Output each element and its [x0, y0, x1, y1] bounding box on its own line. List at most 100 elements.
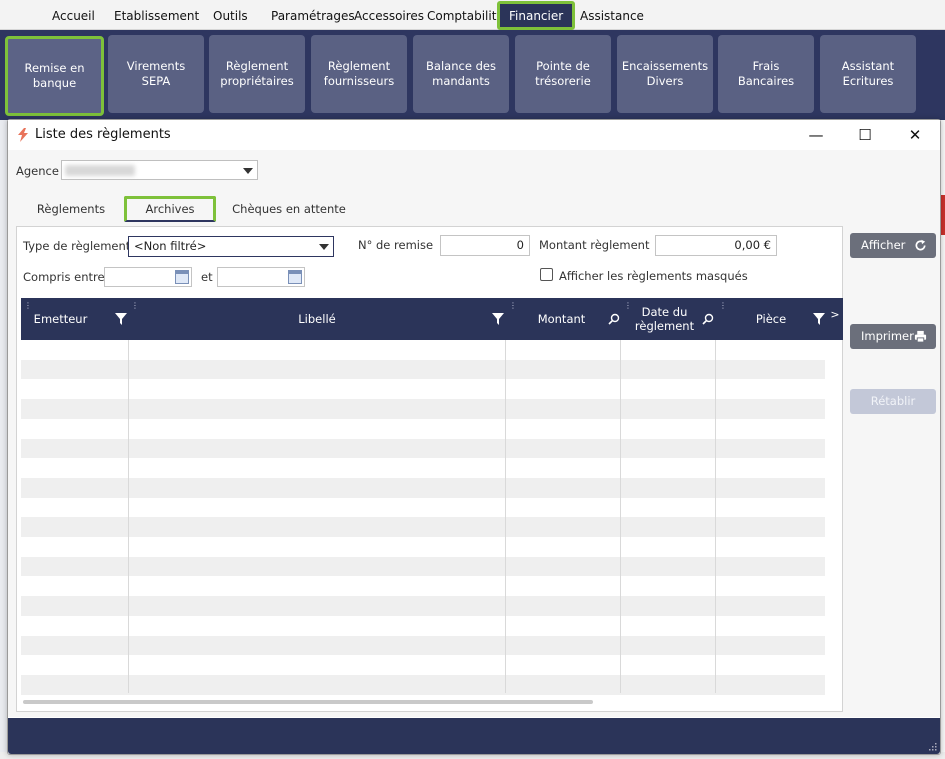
tab-cheques-en-attente[interactable]: Chèques en attente: [230, 196, 348, 222]
refresh-icon: [915, 239, 926, 251]
filter-icon[interactable]: [492, 313, 504, 325]
tab-reglements[interactable]: Règlements: [30, 196, 112, 222]
menu-comptabilite[interactable]: Comptabilité: [427, 0, 504, 30]
col-date-reglement[interactable]: ⋮ Date du règlement: [621, 298, 716, 340]
col-label: Emetteur: [33, 312, 88, 326]
ribbon-label-line2: fournisseurs: [323, 74, 395, 88]
table-row[interactable]: [21, 576, 825, 596]
table-row[interactable]: [21, 537, 825, 557]
ribbon-virements-sepa[interactable]: Virements SEPA: [108, 35, 204, 113]
ribbon-reglement-fournisseurs[interactable]: Règlement fournisseurs: [311, 35, 407, 113]
ribbon-label-line2: propriétaires: [220, 74, 294, 88]
menu-outils[interactable]: Outils: [213, 0, 248, 30]
compris-entre-label: Compris entre: [23, 270, 105, 284]
dialog-title: Liste des règlements: [35, 127, 171, 142]
remise-input[interactable]: 0: [440, 235, 530, 256]
table-row[interactable]: [21, 616, 825, 636]
ribbon-label-line1: Règlement: [327, 59, 391, 73]
column-divider: [620, 340, 621, 693]
masques-label: Afficher les règlements masqués: [559, 269, 748, 283]
column-drag-handle[interactable]: ⋮: [509, 299, 517, 313]
search-icon[interactable]: [702, 313, 714, 325]
menu-etablissement[interactable]: Etablissement: [114, 0, 199, 30]
col-montant[interactable]: ⋮ Montant: [506, 298, 621, 340]
table-row[interactable]: [21, 674, 825, 695]
printer-icon: [914, 330, 927, 343]
dialog-titlebar[interactable]: Liste des règlements — ☐ ✕: [8, 120, 940, 150]
menu-assistance[interactable]: Assistance: [580, 0, 644, 30]
table-row[interactable]: [21, 655, 825, 675]
table-row[interactable]: [21, 438, 825, 459]
retablir-button[interactable]: Rétablir: [850, 389, 936, 414]
resize-grip-icon[interactable]: [929, 743, 937, 751]
maximize-button[interactable]: ☐: [845, 123, 885, 147]
table-row[interactable]: [21, 359, 825, 380]
menu-financier[interactable]: Financier: [497, 1, 576, 30]
search-icon[interactable]: [608, 313, 620, 325]
montant-input[interactable]: 0,00 €: [655, 235, 777, 256]
minimize-button[interactable]: —: [796, 123, 836, 147]
column-drag-handle[interactable]: ⋮: [624, 299, 632, 313]
column-drag-handle[interactable]: ⋮: [24, 299, 32, 313]
type-reglement-value: <Non filtré>: [134, 239, 207, 253]
agence-select[interactable]: [61, 160, 258, 180]
imprimer-button[interactable]: Imprimer: [850, 324, 936, 349]
col-emetteur[interactable]: ⋮ Emetteur: [21, 298, 128, 340]
col-label: Pièce: [755, 312, 787, 326]
col-label-line2: règlement: [634, 319, 695, 333]
date-end-input[interactable]: [217, 267, 305, 287]
table-row[interactable]: [21, 498, 825, 518]
ribbon-remise-en-banque[interactable]: Remise en banque: [5, 36, 104, 116]
col-label: Libellé: [298, 312, 336, 326]
column-divider: [715, 340, 716, 693]
agence-label: Agence: [16, 164, 59, 178]
close-button[interactable]: ✕: [895, 123, 935, 147]
col-libelle[interactable]: ⋮ Libellé: [128, 298, 506, 340]
afficher-button[interactable]: Afficher: [850, 233, 936, 258]
ribbon-label-line1: Virements: [126, 59, 186, 73]
menu-accessoires[interactable]: Accessoires: [354, 0, 424, 30]
col-label: Montant: [537, 312, 586, 326]
ribbon-assistant-ecritures[interactable]: Assistant Ecritures: [820, 35, 916, 113]
filter-icon[interactable]: [813, 313, 825, 325]
table-row[interactable]: [21, 635, 825, 656]
grid-body[interactable]: [21, 340, 825, 695]
table-row[interactable]: [21, 596, 825, 616]
app-logo-icon: [18, 128, 28, 142]
table-row[interactable]: [21, 556, 825, 577]
table-row[interactable]: [21, 458, 825, 478]
ribbon-pointe-de-tresorerie[interactable]: Pointe de trésorerie: [515, 35, 611, 113]
table-row[interactable]: [21, 379, 825, 399]
menu-parametrages[interactable]: Paramétrages: [271, 0, 355, 30]
table-row[interactable]: [21, 340, 825, 360]
menu-accueil[interactable]: Accueil: [52, 0, 95, 30]
masques-checkbox[interactable]: [540, 268, 553, 281]
column-divider: [128, 340, 129, 693]
horizontal-scrollbar[interactable]: [23, 700, 593, 704]
table-row[interactable]: [21, 399, 825, 419]
ribbon-reglement-proprietaires[interactable]: Règlement propriétaires: [209, 35, 305, 113]
column-drag-handle[interactable]: ⋮: [131, 299, 139, 313]
ribbon-frais-bancaires[interactable]: Frais Bancaires: [718, 35, 814, 113]
imprimer-label: Imprimer: [861, 329, 914, 343]
column-divider: [505, 340, 506, 693]
ribbon-encaissements-divers[interactable]: Encaissements Divers: [617, 35, 713, 113]
tab-archives[interactable]: Archives: [124, 196, 216, 222]
ribbon-balance-des-mandants[interactable]: Balance des mandants: [413, 35, 509, 113]
ribbon-label-line1: Pointe de: [536, 59, 590, 73]
ribbon-label-line1: Balance des: [426, 59, 496, 73]
scroll-columns-right-button[interactable]: >: [827, 298, 843, 340]
column-drag-handle[interactable]: ⋮: [719, 299, 727, 313]
type-reglement-select[interactable]: <Non filtré>: [128, 236, 334, 257]
calendar-icon[interactable]: [288, 270, 302, 284]
table-row[interactable]: [21, 477, 825, 498]
filter-icon[interactable]: [115, 313, 127, 325]
date-start-input[interactable]: [104, 267, 192, 287]
table-row[interactable]: [21, 419, 825, 439]
ribbon-label: Remise en banque: [24, 61, 85, 90]
ribbon-label-line1: Encaissements: [621, 59, 709, 73]
table-row[interactable]: [21, 517, 825, 537]
ribbon-label-line1: Frais: [752, 59, 780, 73]
col-piece[interactable]: ⋮ Pièce: [716, 298, 826, 340]
calendar-icon[interactable]: [175, 270, 189, 284]
